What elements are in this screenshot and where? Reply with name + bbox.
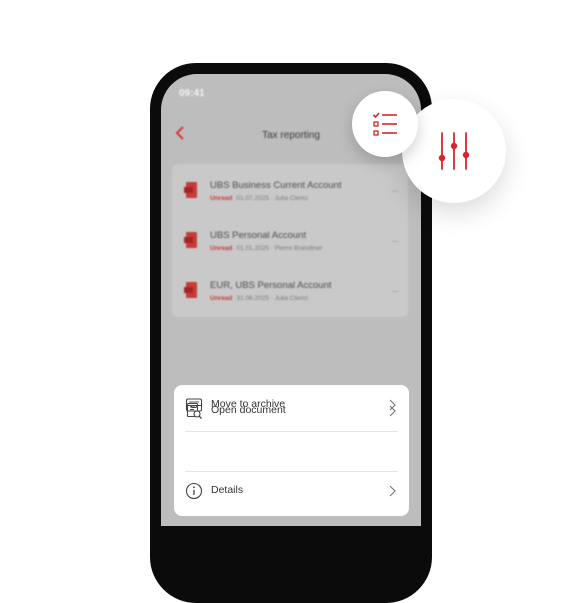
document-meta: Unread 01.01.2025 · Pierre Brandtner [210, 245, 322, 252]
pdf-file-icon [184, 232, 197, 248]
unread-badge: Unread [210, 195, 233, 202]
pdf-file-icon [184, 282, 197, 298]
move-to-archive-button[interactable]: Move to archive [174, 385, 409, 425]
document-date-author: 31.06.2025 · Julia Clerici [236, 295, 308, 302]
unread-badge: Unread [210, 295, 233, 302]
document-date-author: 01.01.2025 · Pierre Brandtner [236, 245, 323, 252]
action-sheet: Open document Details Move to archive [174, 385, 409, 516]
chevron-right-icon [389, 399, 396, 411]
document-name: UBS Personal Account [210, 230, 307, 241]
document-name: UBS Business Current Account [210, 180, 342, 191]
move-to-archive-label: Move to archive [211, 398, 286, 410]
chevron-right-icon [389, 485, 396, 497]
more-icon[interactable]: ··· [391, 236, 399, 247]
archive-icon [185, 398, 203, 412]
more-icon[interactable]: ··· [391, 186, 399, 197]
divider [185, 471, 398, 472]
pdf-file-icon [184, 182, 197, 198]
filter-sliders-icon [438, 132, 470, 170]
document-meta: Unread 01.07.2025 · Julia Clerici [210, 195, 308, 202]
status-time: 09:41 [179, 88, 205, 99]
checklist-button[interactable] [352, 91, 418, 157]
document-meta: Unread 31.06.2025 · Julia Clerici [210, 295, 308, 302]
divider [185, 431, 398, 432]
details-label: Details [211, 484, 244, 496]
list-item[interactable]: EUR, UBS Personal Account Unread 31.06.20… [172, 268, 408, 316]
more-icon[interactable]: ··· [391, 286, 399, 297]
list-item[interactable]: UBS Business Current Account Unread 01.07… [172, 168, 408, 216]
document-list: UBS Business Current Account Unread 01.07… [172, 164, 408, 317]
details-button[interactable]: Details [174, 471, 409, 511]
document-name: EUR, UBS Personal Account [210, 280, 332, 291]
document-date-author: 01.07.2025 · Julia Clerici [236, 195, 308, 202]
list-item[interactable]: UBS Personal Account Unread 01.01.2025 · … [172, 218, 408, 266]
checklist-icon [372, 112, 397, 136]
info-icon [185, 482, 203, 500]
filter-button[interactable] [402, 99, 506, 203]
unread-badge: Unread [210, 245, 233, 252]
